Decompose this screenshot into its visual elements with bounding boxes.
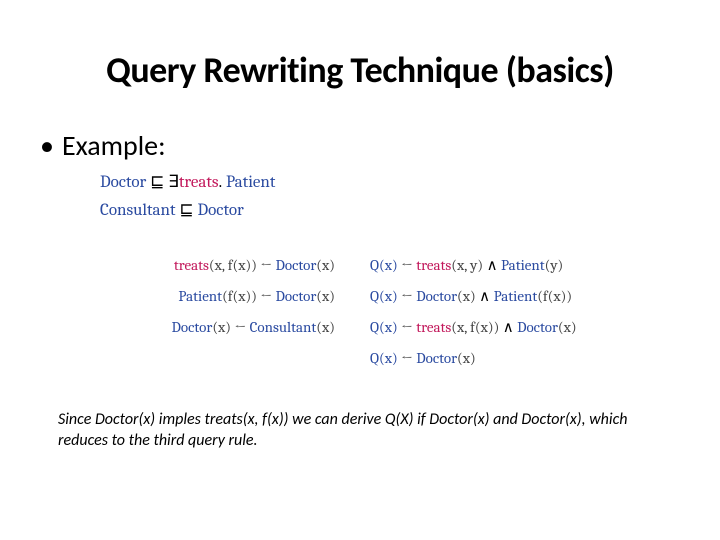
query-head: Q(x)	[370, 256, 398, 274]
left-rule-3: Doctor(x) ← Consultant(x)	[90, 312, 335, 343]
query-head: Q(x)	[370, 318, 398, 336]
concept-patient: Patient	[226, 173, 275, 192]
example-bullet: •Example:	[40, 128, 166, 163]
arrow-symbol: ←	[260, 287, 272, 305]
concept-doctor: Doctor	[172, 318, 213, 336]
axioms-block: Doctor ⊑ ∃treats. Patient Consultant ⊑ D…	[100, 168, 275, 224]
query-head: Q(x)	[370, 287, 398, 305]
args: (x, y)	[451, 256, 483, 274]
and-symbol: ∧	[503, 318, 514, 336]
and-symbol: ∧	[479, 287, 490, 305]
right-rule-4: Q(x) ← Doctor(x)	[370, 343, 680, 374]
right-rule-1: Q(x) ← treats(x, y) ∧ Patient(y)	[370, 250, 680, 281]
concept-doctor: Doctor	[416, 287, 457, 305]
concept-patient: Patient	[501, 256, 545, 274]
concept-doctor: Doctor	[100, 173, 146, 192]
args: (x)	[457, 349, 476, 367]
args: (f(x))	[222, 287, 257, 305]
role-treats: treats	[416, 256, 451, 274]
concept-patient: Patient	[178, 287, 222, 305]
exists-symbol: ∃	[168, 173, 179, 192]
args: (x, f(x))	[209, 256, 257, 274]
args: (f(x))	[537, 287, 572, 305]
args: (x)	[316, 318, 335, 336]
concept-doctor: Doctor	[276, 256, 317, 274]
role-treats: treats	[179, 173, 219, 192]
concept-doctor: Doctor	[416, 349, 457, 367]
bullet-dot: •	[40, 128, 54, 163]
right-rule-3: Q(x) ← treats(x, f(x)) ∧ Doctor(x)	[370, 312, 680, 343]
slide-title: Query Rewriting Technique (basics)	[0, 48, 720, 92]
query-head: Q(x)	[370, 349, 398, 367]
role-treats: treats	[416, 318, 451, 336]
left-rule-1: treats(x, f(x)) ← Doctor(x)	[90, 250, 335, 281]
bullet-label: Example:	[62, 128, 166, 163]
role-treats: treats	[174, 256, 209, 274]
args: (x)	[316, 287, 335, 305]
concept-consultant: Consultant	[250, 318, 317, 336]
args: (x)	[316, 256, 335, 274]
and-symbol: ∧	[487, 256, 498, 274]
right-rule-2: Q(x) ← Doctor(x) ∧ Patient(f(x))	[370, 281, 680, 312]
concept-doctor: Doctor	[276, 287, 317, 305]
concept-doctor: Doctor	[517, 318, 558, 336]
subsumes-symbol: ⊑	[150, 173, 164, 192]
args: (x)	[212, 318, 231, 336]
arrow-symbol: ←	[401, 349, 413, 367]
axiom-line-2: Consultant ⊑ Doctor	[100, 196, 275, 224]
right-rules-block: Q(x) ← treats(x, y) ∧ Patient(y) Q(x) ← …	[370, 250, 680, 374]
concept-doctor: Doctor	[198, 201, 244, 220]
args: (x, f(x))	[451, 318, 499, 336]
axiom-line-1: Doctor ⊑ ∃treats. Patient	[100, 168, 275, 196]
arrow-symbol: ←	[401, 287, 413, 305]
concept-consultant: Consultant	[100, 201, 176, 220]
subsumes-symbol: ⊑	[179, 201, 193, 220]
args: (x)	[558, 318, 577, 336]
args: (x)	[457, 287, 476, 305]
arrow-symbol: ←	[234, 318, 246, 336]
arrow-symbol: ←	[260, 256, 272, 274]
args: (y)	[545, 256, 564, 274]
slide: Query Rewriting Technique (basics) •Exam…	[0, 0, 720, 540]
left-rule-2: Patient(f(x)) ← Doctor(x)	[90, 281, 335, 312]
footnote: Since Doctor(x) imples treats(x, f(x)) w…	[58, 409, 662, 452]
dot-symbol: .	[219, 173, 223, 192]
arrow-symbol: ←	[401, 256, 413, 274]
left-rules-block: treats(x, f(x)) ← Doctor(x) Patient(f(x)…	[90, 250, 335, 343]
arrow-symbol: ←	[401, 318, 413, 336]
concept-patient: Patient	[494, 287, 538, 305]
